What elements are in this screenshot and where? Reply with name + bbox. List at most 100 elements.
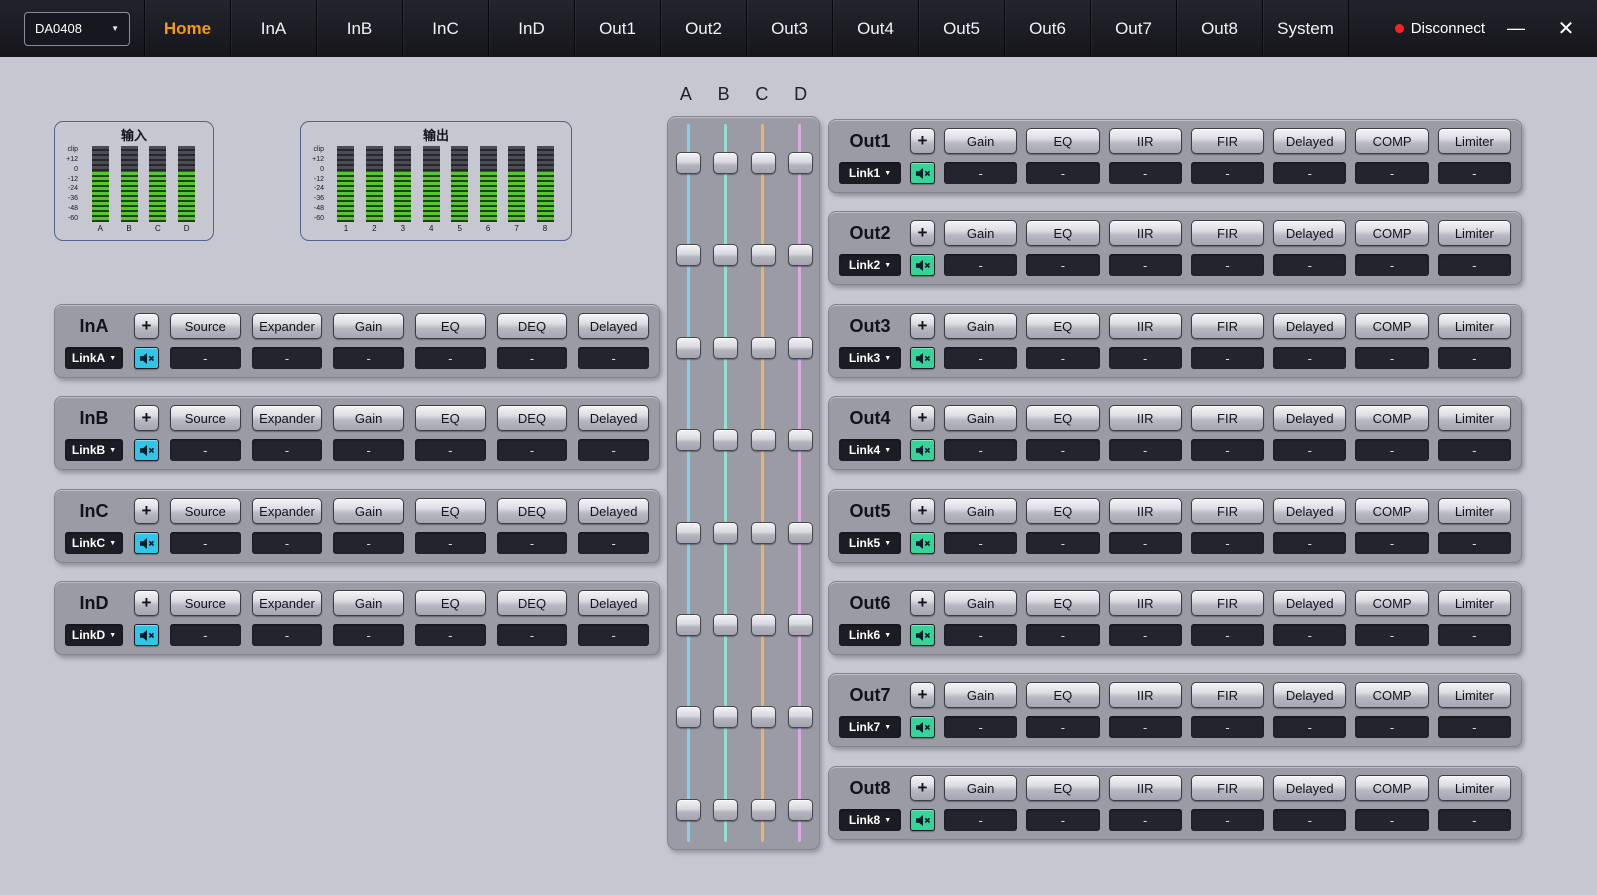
button-deq[interactable]: DEQ <box>497 498 568 524</box>
button-gain[interactable]: Gain <box>944 590 1017 616</box>
disconnect-button[interactable]: Disconnect <box>1389 20 1491 37</box>
add-button[interactable]: + <box>910 405 935 431</box>
add-button[interactable]: + <box>134 590 159 616</box>
matrix-crosspoint[interactable] <box>788 244 813 266</box>
mute-button[interactable] <box>134 624 159 646</box>
matrix-crosspoint[interactable] <box>751 337 776 359</box>
mute-button[interactable] <box>910 162 935 184</box>
button-eq[interactable]: EQ <box>1026 682 1099 708</box>
matrix-crosspoint[interactable] <box>751 799 776 821</box>
button-delayed[interactable]: Delayed <box>578 498 649 524</box>
button-limiter[interactable]: Limiter <box>1438 590 1511 616</box>
add-button[interactable]: + <box>910 775 935 801</box>
matrix-crosspoint[interactable] <box>676 799 701 821</box>
matrix-crosspoint[interactable] <box>751 429 776 451</box>
matrix-crosspoint[interactable] <box>676 614 701 636</box>
matrix-crosspoint[interactable] <box>676 706 701 728</box>
matrix-crosspoint[interactable] <box>713 429 738 451</box>
button-deq[interactable]: DEQ <box>497 313 568 339</box>
button-source[interactable]: Source <box>170 405 241 431</box>
button-limiter[interactable]: Limiter <box>1438 405 1511 431</box>
button-limiter[interactable]: Limiter <box>1438 313 1511 339</box>
button-delayed[interactable]: Delayed <box>1273 405 1346 431</box>
button-eq[interactable]: EQ <box>1026 128 1099 154</box>
link-select[interactable]: LinkD▼ <box>65 624 123 646</box>
button-eq[interactable]: EQ <box>415 498 486 524</box>
tab-out2[interactable]: Out2 <box>661 0 747 57</box>
button-iir[interactable]: IIR <box>1109 498 1182 524</box>
button-eq[interactable]: EQ <box>415 590 486 616</box>
mute-button[interactable] <box>910 532 935 554</box>
tab-out4[interactable]: Out4 <box>833 0 919 57</box>
button-delayed[interactable]: Delayed <box>578 405 649 431</box>
button-source[interactable]: Source <box>170 498 241 524</box>
button-comp[interactable]: COMP <box>1355 498 1428 524</box>
matrix-crosspoint[interactable] <box>713 614 738 636</box>
button-iir[interactable]: IIR <box>1109 590 1182 616</box>
button-iir[interactable]: IIR <box>1109 220 1182 246</box>
tab-system[interactable]: System <box>1263 0 1349 57</box>
link-select[interactable]: LinkC▼ <box>65 532 123 554</box>
tab-ind[interactable]: InD <box>489 0 575 57</box>
button-delayed[interactable]: Delayed <box>1273 590 1346 616</box>
matrix-crosspoint[interactable] <box>676 522 701 544</box>
matrix-crosspoint[interactable] <box>788 706 813 728</box>
button-delayed[interactable]: Delayed <box>1273 498 1346 524</box>
button-gain[interactable]: Gain <box>333 498 404 524</box>
button-iir[interactable]: IIR <box>1109 313 1182 339</box>
close-button[interactable]: ✕ <box>1541 0 1591 57</box>
button-comp[interactable]: COMP <box>1355 313 1428 339</box>
button-expander[interactable]: Expander <box>252 313 323 339</box>
button-fir[interactable]: FIR <box>1191 682 1264 708</box>
button-fir[interactable]: FIR <box>1191 405 1264 431</box>
mute-button[interactable] <box>910 809 935 831</box>
button-delayed[interactable]: Delayed <box>1273 775 1346 801</box>
button-delayed[interactable]: Delayed <box>1273 220 1346 246</box>
matrix-crosspoint[interactable] <box>676 337 701 359</box>
button-limiter[interactable]: Limiter <box>1438 128 1511 154</box>
button-fir[interactable]: FIR <box>1191 775 1264 801</box>
mute-button[interactable] <box>134 532 159 554</box>
add-button[interactable]: + <box>910 682 935 708</box>
button-gain[interactable]: Gain <box>944 220 1017 246</box>
matrix-crosspoint[interactable] <box>788 152 813 174</box>
mute-button[interactable] <box>910 716 935 738</box>
add-button[interactable]: + <box>134 498 159 524</box>
link-select[interactable]: Link8▼ <box>839 809 901 831</box>
mute-button[interactable] <box>134 347 159 369</box>
button-gain[interactable]: Gain <box>333 405 404 431</box>
tab-home[interactable]: Home <box>145 0 231 57</box>
button-eq[interactable]: EQ <box>415 313 486 339</box>
matrix-crosspoint[interactable] <box>788 799 813 821</box>
button-limiter[interactable]: Limiter <box>1438 498 1511 524</box>
matrix-crosspoint[interactable] <box>751 244 776 266</box>
button-comp[interactable]: COMP <box>1355 128 1428 154</box>
button-delayed[interactable]: Delayed <box>1273 128 1346 154</box>
button-gain[interactable]: Gain <box>944 775 1017 801</box>
button-gain[interactable]: Gain <box>944 498 1017 524</box>
button-eq[interactable]: EQ <box>1026 405 1099 431</box>
button-comp[interactable]: COMP <box>1355 405 1428 431</box>
add-button[interactable]: + <box>134 313 159 339</box>
tab-inc[interactable]: InC <box>403 0 489 57</box>
link-select[interactable]: Link5▼ <box>839 532 901 554</box>
add-button[interactable]: + <box>910 498 935 524</box>
mute-button[interactable] <box>910 347 935 369</box>
button-comp[interactable]: COMP <box>1355 775 1428 801</box>
minimize-button[interactable]: — <box>1491 0 1541 57</box>
button-eq[interactable]: EQ <box>1026 590 1099 616</box>
matrix-crosspoint[interactable] <box>713 706 738 728</box>
link-select[interactable]: LinkA▼ <box>65 347 123 369</box>
button-delayed[interactable]: Delayed <box>1273 682 1346 708</box>
button-iir[interactable]: IIR <box>1109 128 1182 154</box>
button-comp[interactable]: COMP <box>1355 682 1428 708</box>
link-select[interactable]: Link6▼ <box>839 624 901 646</box>
link-select[interactable]: Link4▼ <box>839 439 901 461</box>
matrix-crosspoint[interactable] <box>713 337 738 359</box>
mute-button[interactable] <box>134 439 159 461</box>
matrix-crosspoint[interactable] <box>713 522 738 544</box>
matrix-crosspoint[interactable] <box>713 799 738 821</box>
matrix-crosspoint[interactable] <box>713 152 738 174</box>
button-eq[interactable]: EQ <box>1026 220 1099 246</box>
button-iir[interactable]: IIR <box>1109 775 1182 801</box>
